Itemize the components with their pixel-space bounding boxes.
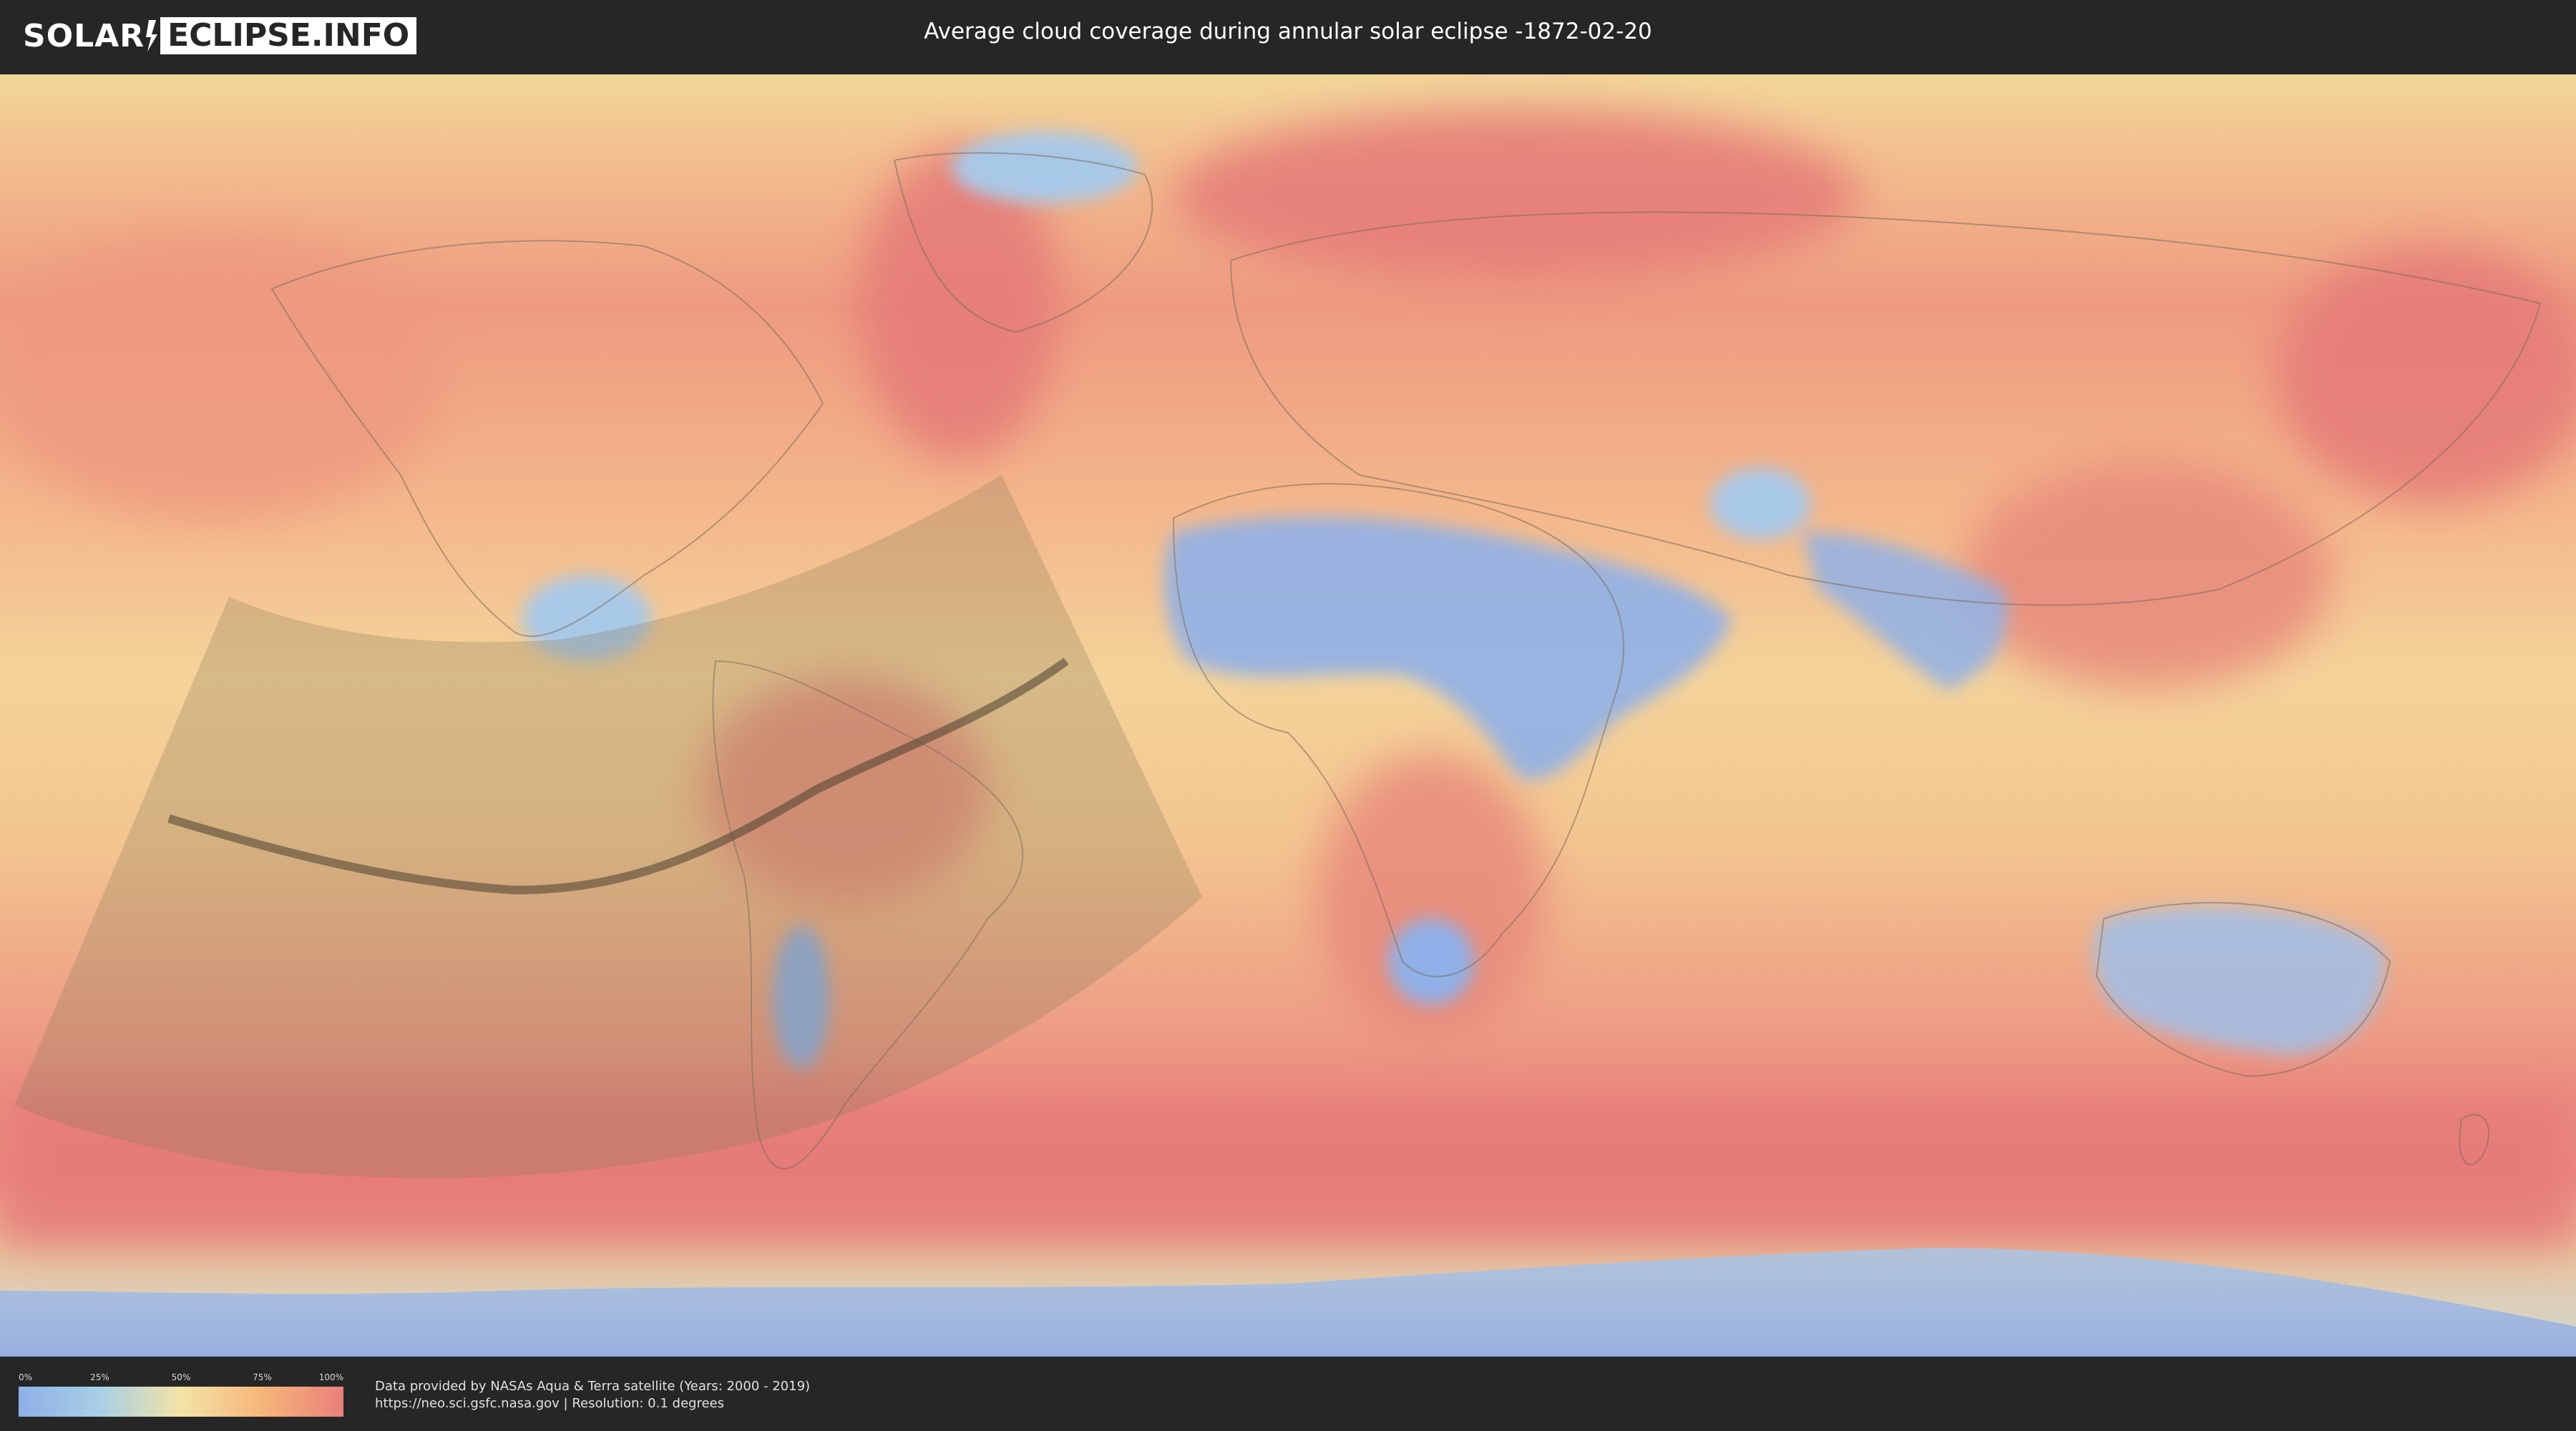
header-bar: SOLAR ECLIPSE.INFO Average cloud coverag… — [0, 0, 2576, 72]
data-credits: Data provided by NASAs Aqua & Terra sate… — [375, 1378, 810, 1412]
credit-line-url: https://neo.sci.gsfc.nasa.gov | Resoluti… — [375, 1396, 724, 1411]
legend-tick-50: 50% — [171, 1372, 191, 1382]
cloud-coverage-legend: 0% 25% 50% 75% 100% — [19, 1372, 343, 1417]
legend-ticks: 0% 25% 50% 75% 100% — [19, 1372, 343, 1384]
credit-line-source: Data provided by NASAs Aqua & Terra sate… — [375, 1379, 811, 1394]
world-map-svg — [0, 74, 2576, 1357]
legend-tick-75: 75% — [253, 1372, 272, 1382]
page-title: Average cloud coverage during annular so… — [924, 19, 1652, 44]
legend-tick-25: 25% — [90, 1372, 109, 1382]
legend-color-scale — [19, 1387, 343, 1417]
footer-bar: 0% 25% 50% 75% 100% Data provided by NAS… — [0, 1357, 2576, 1431]
legend-tick-0: 0% — [19, 1372, 33, 1382]
legend-tick-100: 100% — [318, 1372, 343, 1382]
cloud-coverage-map[interactable] — [0, 74, 2576, 1357]
